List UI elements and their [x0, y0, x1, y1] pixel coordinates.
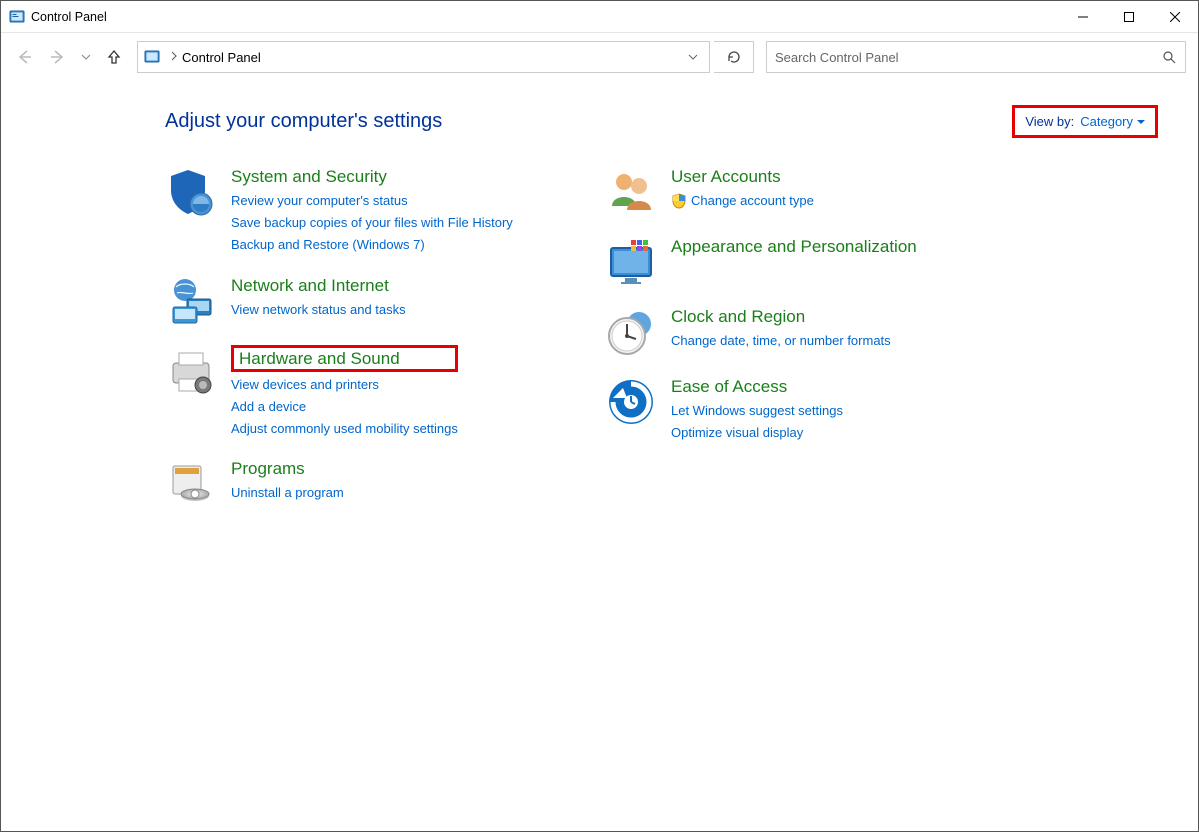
category-system-security: System and Security Review your computer…: [165, 166, 605, 257]
programs-icon: [165, 458, 217, 510]
uninstall-program-link[interactable]: Uninstall a program: [231, 482, 344, 504]
control-panel-window: Control Panel: [0, 0, 1199, 832]
appearance-icon: [605, 236, 657, 288]
recent-dropdown-button[interactable]: [77, 41, 95, 73]
back-button[interactable]: [9, 41, 39, 73]
optimize-display-link[interactable]: Optimize visual display: [671, 422, 843, 444]
search-box[interactable]: [766, 41, 1186, 73]
ease-of-access-icon: [605, 376, 657, 428]
maximize-button[interactable]: [1106, 1, 1152, 33]
windows-suggest-link[interactable]: Let Windows suggest settings: [671, 400, 843, 422]
chevron-right-icon: [170, 50, 178, 64]
category-hardware: Hardware and Sound View devices and prin…: [165, 345, 605, 441]
category-user-accounts: User Accounts Change account type: [605, 166, 1045, 218]
users-icon: [605, 166, 657, 218]
review-status-link[interactable]: Review your computer's status: [231, 190, 513, 212]
minimize-button[interactable]: [1060, 1, 1106, 33]
change-account-type-link[interactable]: Change account type: [671, 190, 814, 212]
control-panel-icon: [9, 9, 25, 25]
content: Adjust your computer's settings View by:…: [1, 81, 1198, 831]
uac-shield-icon: [671, 193, 687, 209]
clock-icon: [605, 306, 657, 358]
refresh-button[interactable]: [714, 41, 754, 73]
search-input[interactable]: [767, 42, 1153, 72]
view-by-value[interactable]: Category: [1080, 114, 1145, 129]
search-icon[interactable]: [1153, 42, 1185, 72]
clock-link[interactable]: Clock and Region: [671, 306, 891, 327]
mobility-settings-link[interactable]: Adjust commonly used mobility settings: [231, 418, 458, 440]
left-column: System and Security Review your computer…: [165, 166, 605, 528]
network-link[interactable]: Network and Internet: [231, 275, 406, 296]
shield-icon: [165, 166, 217, 218]
hardware-link[interactable]: Hardware and Sound: [239, 349, 400, 368]
category-clock: Clock and Region Change date, time, or n…: [605, 306, 1045, 358]
view-by-label: View by:: [1025, 114, 1074, 129]
navbar: Control Panel: [1, 33, 1198, 81]
window-title: Control Panel: [31, 10, 107, 24]
page-heading: Adjust your computer's settings: [165, 110, 442, 133]
address-dropdown-button[interactable]: [677, 42, 709, 72]
breadcrumb-control-panel[interactable]: Control Panel: [182, 50, 261, 65]
category-programs: Programs Uninstall a program: [165, 458, 605, 510]
control-panel-small-icon: [144, 49, 160, 65]
devices-printers-link[interactable]: View devices and printers: [231, 374, 458, 396]
ease-link[interactable]: Ease of Access: [671, 376, 843, 397]
category-network: Network and Internet View network status…: [165, 275, 605, 327]
forward-button[interactable]: [43, 41, 73, 73]
system-security-link[interactable]: System and Security: [231, 166, 513, 187]
close-button[interactable]: [1152, 1, 1198, 33]
titlebar: Control Panel: [1, 1, 1198, 33]
up-button[interactable]: [99, 41, 129, 73]
date-time-link[interactable]: Change date, time, or number formats: [671, 330, 891, 352]
view-by-control[interactable]: View by: Category: [1012, 105, 1158, 138]
category-appearance: Appearance and Personalization: [605, 236, 1045, 288]
appearance-link[interactable]: Appearance and Personalization: [671, 236, 917, 257]
user-accounts-link[interactable]: User Accounts: [671, 166, 814, 187]
hardware-highlight: Hardware and Sound: [231, 345, 458, 372]
file-history-link[interactable]: Save backup copies of your files with Fi…: [231, 212, 513, 234]
right-column: User Accounts Change account type: [605, 166, 1045, 528]
network-status-link[interactable]: View network status and tasks: [231, 299, 406, 321]
programs-link[interactable]: Programs: [231, 458, 344, 479]
printer-icon: [165, 345, 217, 397]
backup-restore-link[interactable]: Backup and Restore (Windows 7): [231, 234, 513, 256]
dropdown-caret-icon: [1137, 118, 1145, 126]
category-ease: Ease of Access Let Windows suggest setti…: [605, 376, 1045, 444]
add-device-link[interactable]: Add a device: [231, 396, 458, 418]
network-icon: [165, 275, 217, 327]
address-bar[interactable]: Control Panel: [137, 41, 710, 73]
